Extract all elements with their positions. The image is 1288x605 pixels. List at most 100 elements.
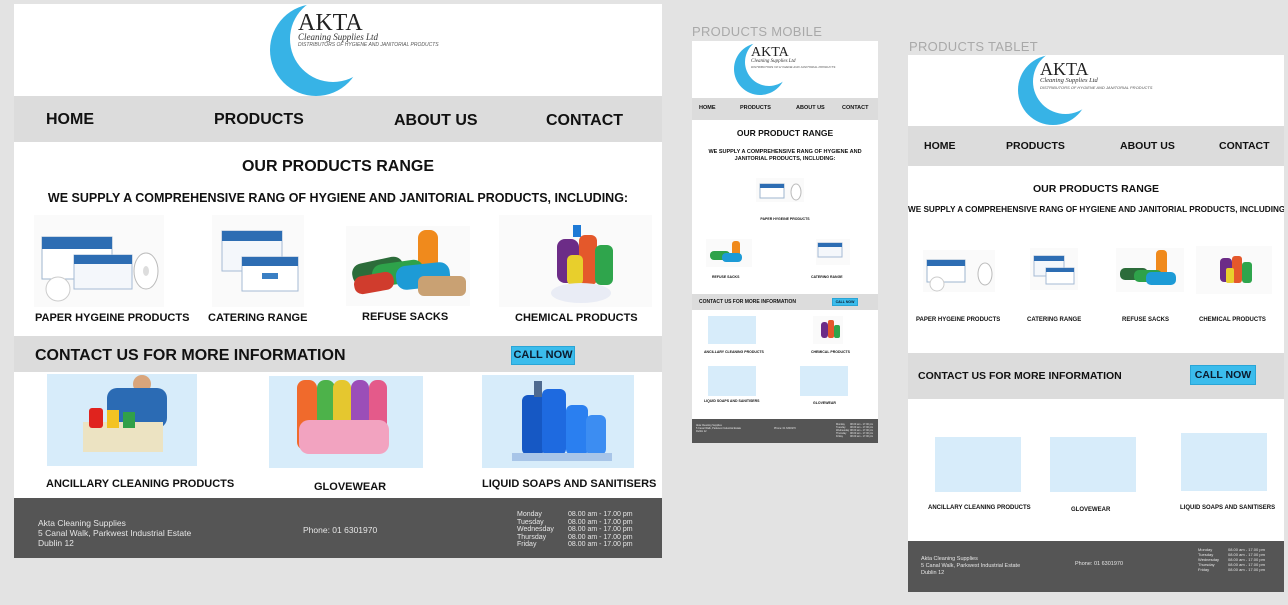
logo-brand-name: AKTA	[751, 45, 789, 60]
contact-band: CONTACT US FOR MORE INFORMATION CALL NOW	[908, 353, 1284, 399]
logo-subtitle: Cleaning Supplies Ltd	[1040, 77, 1098, 84]
call-now-button[interactable]: CALL NOW	[1190, 365, 1256, 385]
section-subtitle: WE SUPPLY A COMPREHENSIVE RANG OF HYGIEN…	[47, 191, 629, 205]
caption-paper-products: PAPER HYGEINE PRODUCTS	[760, 217, 810, 221]
section-subtitle: WE SUPPLY A COMPREHENSIVE RANG OF HYGIEN…	[908, 205, 1284, 214]
liquid-soaps-image[interactable]	[708, 366, 756, 396]
nav-home[interactable]: HOME	[924, 140, 956, 152]
akta-logo[interactable]: AKTA Cleaning Supplies Ltd DISTRIBUTORS …	[1018, 55, 1198, 125]
catering-range-image[interactable]	[1030, 248, 1078, 290]
logo-subtitle: Cleaning Supplies Ltd	[751, 59, 796, 64]
logo-tagline: DISTRIBUTORS OF HYGIENE AND JANITORIAL P…	[298, 42, 439, 48]
main-nav: HOME PRODUCTS ABOUT US CONTACT	[908, 126, 1284, 166]
chemical-products-image[interactable]	[499, 215, 652, 307]
nav-home[interactable]: HOME	[46, 111, 94, 129]
contact-band: CONTACT US FOR MORE INFORMATION CALL NOW	[14, 336, 662, 372]
nav-about[interactable]: ABOUT US	[1120, 140, 1175, 152]
catering-range-image[interactable]	[212, 215, 304, 307]
logo-tagline: DISTRIBUTORS OF HYGIENE AND JANITORIAL P…	[1040, 85, 1153, 90]
glovewear-image[interactable]	[269, 376, 423, 468]
caption-refuse-sacks: REFUSE SACKS	[712, 275, 740, 279]
footer-company: Akta Cleaning Supplies	[38, 518, 126, 528]
section-title: OUR PRODUCTS RANGE	[1032, 183, 1159, 195]
caption-ancillary-cleaning: ANCILLARY CLEANING PRODUCTS	[928, 505, 1031, 511]
site-footer: Akta Cleaning Supplies 5 Canal Walk, Par…	[14, 498, 662, 558]
call-now-button[interactable]: CALL NOW	[832, 298, 858, 306]
caption-paper-products: PAPER HYGEINE PRODUCTS	[916, 317, 1001, 323]
site-footer: Akta Cleaning Supplies 5 Canal Walk, Par…	[692, 419, 878, 443]
footer-hours: 08.00 am - 17.00 pm	[850, 435, 874, 438]
caption-catering-range: CATERING RANGE	[1027, 317, 1082, 323]
footer-company: Akta Cleaning Supplies	[921, 556, 978, 562]
nav-products[interactable]: PRODUCTS	[740, 105, 771, 111]
glovewear-image[interactable]	[800, 366, 848, 396]
caption-liquid-soaps: LIQUID SOAPS AND SANITISERS	[1180, 505, 1276, 511]
nav-about[interactable]: ABOUT US	[796, 105, 825, 111]
mobile-frame-label: PRODUCTS MOBILE	[692, 24, 823, 39]
logo-tagline: DISTRIBUTORS OF HYGIENE AND JANITORIAL P…	[751, 65, 836, 69]
caption-liquid-soaps: LIQUID SOAPS AND SANITISERS	[482, 478, 657, 490]
caption-glovewear: GLOVEWEAR	[314, 481, 387, 493]
site-footer: Akta Cleaning Supplies 5 Canal Walk, Par…	[908, 541, 1284, 592]
logo-subtitle: Cleaning Supplies Ltd	[298, 32, 379, 42]
nav-products[interactable]: PRODUCTS	[1006, 140, 1065, 152]
contact-text: CONTACT US FOR MORE INFORMATION	[699, 299, 797, 305]
footer-address-line2: Dublin 12	[921, 570, 945, 576]
section-subtitle: WE SUPPLY A COMPREHENSIVE RANG OF HYGIEN…	[708, 149, 862, 163]
glovewear-image[interactable]	[1050, 437, 1136, 492]
contact-band: CONTACT US FOR MORE INFORMATION CALL NOW	[692, 294, 878, 310]
footer-phone[interactable]: Phone: 01 6301970	[303, 525, 377, 535]
footer-address-line2: Dublin 12	[696, 430, 707, 433]
footer-address-line1: 5 Canal Walk, Parkwest Industrial Estate	[921, 563, 1021, 569]
caption-catering-range: CATERING RANGE	[811, 275, 843, 279]
footer-address-line2: Dublin 12	[38, 538, 74, 548]
nav-products[interactable]: PRODUCTS	[214, 111, 304, 129]
section-title: OUR PRODUCT RANGE	[736, 128, 834, 138]
tablet-frame-label: PRODUCTS TABLET	[909, 39, 1038, 54]
main-nav: HOME PRODUCTS ABOUT US CONTACT	[14, 96, 662, 142]
contact-text: CONTACT US FOR MORE INFORMATION	[918, 370, 1122, 382]
liquid-soaps-image[interactable]	[1181, 433, 1267, 491]
nav-contact[interactable]: CONTACT	[1219, 140, 1270, 152]
caption-chemical-products: CHEMICAL PRODUCTS	[811, 350, 851, 354]
nav-about[interactable]: ABOUT US	[394, 112, 478, 130]
section-title: OUR PRODUCTS RANGE	[241, 158, 434, 175]
main-nav: HOME PRODUCTS ABOUT US CONTACT	[692, 98, 878, 120]
caption-refuse-sacks: REFUSE SACKS	[362, 311, 449, 323]
paper-products-image[interactable]	[34, 215, 164, 307]
refuse-sacks-image[interactable]	[346, 226, 470, 306]
paper-products-image[interactable]	[756, 178, 804, 202]
chemical-products-image[interactable]	[813, 316, 843, 344]
logo-brand-name: AKTA	[1040, 59, 1089, 79]
footer-address-line1: 5 Canal Walk, Parkwest Industrial Estate	[38, 528, 192, 538]
refuse-sacks-image[interactable]	[1116, 248, 1184, 292]
tablet-frame: AKTA Cleaning Supplies Ltd DISTRIBUTORS …	[908, 55, 1284, 592]
nav-home[interactable]: HOME	[699, 105, 716, 111]
contact-text: CONTACT US FOR MORE INFORMATION	[35, 347, 346, 364]
akta-logo[interactable]: AKTA Cleaning Supplies Ltd DISTRIBUTORS …	[270, 4, 470, 96]
nav-contact[interactable]: CONTACT	[842, 105, 868, 111]
catering-range-image[interactable]	[816, 239, 850, 265]
caption-refuse-sacks: REFUSE SACKS	[1122, 317, 1170, 323]
ancillary-cleaning-image[interactable]	[935, 437, 1021, 492]
desktop-frame: AKTA Cleaning Supplies Ltd DISTRIBUTORS …	[14, 4, 662, 558]
footer-phone[interactable]: Phone: 01 6301970	[774, 427, 796, 431]
akta-logo[interactable]: AKTA Cleaning Supplies Ltd DISTRIBUTORS …	[734, 41, 874, 99]
footer-hours: 08.00 am - 17.00 pm	[1228, 567, 1265, 572]
refuse-sacks-image[interactable]	[706, 239, 752, 267]
footer-hours: 08.00 am - 17.00 pm	[568, 541, 633, 548]
ancillary-cleaning-image[interactable]	[47, 374, 197, 466]
nav-contact[interactable]: CONTACT	[546, 112, 623, 130]
caption-paper-products: PAPER HYGEINE PRODUCTS	[35, 312, 190, 324]
caption-chemical-products: CHEMICAL PRODUCTS	[1199, 317, 1266, 323]
caption-ancillary-cleaning: ANCILLARY CLEANING PRODUCTS	[704, 350, 764, 354]
call-now-button[interactable]: CALL NOW	[511, 346, 575, 365]
liquid-soaps-image[interactable]	[482, 375, 634, 468]
caption-catering-range: CATERING RANGE	[208, 312, 308, 324]
ancillary-cleaning-image[interactable]	[708, 316, 756, 344]
footer-day: Friday	[1198, 567, 1210, 572]
footer-phone[interactable]: Phone: 01 6301970	[1075, 561, 1123, 567]
chemical-products-image[interactable]	[1196, 246, 1272, 294]
caption-glovewear: GLOVEWEAR	[1071, 507, 1111, 513]
paper-products-image[interactable]	[923, 250, 995, 292]
